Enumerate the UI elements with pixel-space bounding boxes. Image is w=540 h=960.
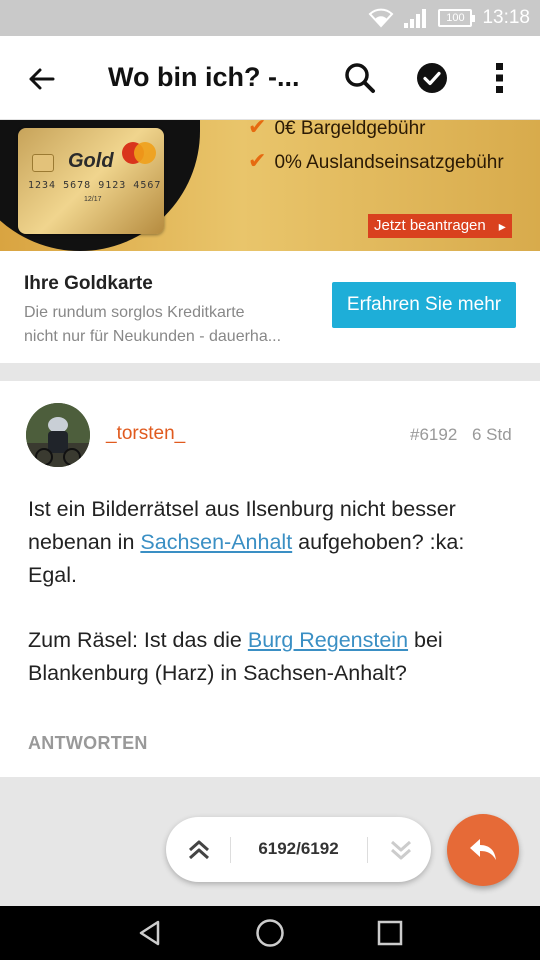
card-brand: Gold: [68, 150, 114, 172]
ad-title: Ihre Goldkarte: [24, 273, 153, 294]
jump-bottom-button[interactable]: [386, 835, 416, 865]
clock: 13:18: [482, 7, 530, 28]
ad-bullet-text: 0€ Bargeldgebühr: [274, 120, 426, 139]
checkmark-icon: ✔: [248, 120, 267, 139]
credit-card-image: Gold 1234 5678 9123 4567 12/17: [18, 128, 164, 234]
card-number: 1234 5678 9123 4567: [28, 180, 162, 191]
triangle-back-icon: [139, 920, 160, 946]
search-icon: [345, 63, 375, 93]
learn-more-button[interactable]: Erfahren Sie mehr: [332, 282, 516, 328]
battery-icon: 100: [438, 9, 476, 27]
ad-banner[interactable]: Gold 1234 5678 9123 4567 12/17 ✔ 0€ Barge…: [0, 120, 540, 251]
double-chevron-up-icon: [189, 840, 209, 860]
system-nav-bar: [0, 906, 540, 960]
card-expiry: 12/17: [84, 196, 102, 203]
post-author[interactable]: _torsten_: [106, 423, 185, 445]
reply-icon: [470, 839, 496, 860]
post-paragraph: Ist ein Bilderrätsel aus Ilsenburg nicht…: [28, 493, 518, 592]
ad-info: Ihre Goldkarte Die rundum sorglos Kredit…: [0, 251, 540, 363]
ad-bullet: ✔ 0% Auslandseinsatzgebühr: [248, 148, 504, 174]
search-button[interactable]: [338, 56, 382, 100]
post-body: Ist ein Bilderrätsel aus Ilsenburg nicht…: [28, 493, 518, 722]
checkmark-icon: ✔: [248, 148, 267, 173]
post-text: Zum Räsel: Ist das die: [28, 628, 248, 652]
check-circle-icon: [417, 63, 447, 93]
circle-home-icon: [256, 919, 284, 947]
battery-level: 100: [446, 12, 465, 24]
jump-top-button[interactable]: [184, 835, 214, 865]
post-paragraph: Zum Räsel: Ist das die Burg Regenstein b…: [28, 624, 518, 690]
nav-home-button[interactable]: [254, 918, 286, 948]
wifi-icon: [369, 8, 394, 28]
nav-back-button[interactable]: [134, 918, 166, 948]
square-recents-icon: [377, 920, 403, 946]
back-button[interactable]: [20, 58, 62, 100]
status-bar: 100 13:18: [0, 0, 540, 36]
ad-cta-button[interactable]: Jetzt beantragen: [368, 214, 512, 238]
topic-title: Wo bin ich? -...: [108, 62, 300, 92]
pager-divider: [367, 837, 368, 863]
ad-description-line: Die rundum sorglos Kreditkarte: [24, 304, 245, 321]
mark-read-button[interactable]: [410, 56, 454, 100]
nav-recents-button[interactable]: [374, 918, 406, 948]
reply-text-button[interactable]: ANTWORTEN: [28, 733, 148, 754]
more-vertical-icon: [496, 63, 503, 93]
ad-description: Die rundum sorglos Kreditkarte nicht nur…: [24, 301, 320, 349]
post-counter[interactable]: 6192/6192: [230, 839, 367, 859]
app-bar: Wo bin ich? -...: [0, 36, 540, 120]
post-card: _torsten_ #6192 6 Std Ist ein Bilderräts…: [0, 381, 540, 777]
ad-bullet-text: 0% Auslandseinsatzgebühr: [274, 152, 504, 173]
ad-bullet: ✔ 0€ Bargeldgebühr: [248, 120, 426, 140]
card-chip-icon: [32, 154, 54, 172]
ad-description-line: nicht nur für Neukunden - dauerha...: [24, 328, 282, 345]
signal-icon: [404, 8, 428, 28]
avatar-image: [26, 403, 90, 467]
reply-fab[interactable]: [447, 814, 519, 886]
mastercard-logo-icon: [122, 142, 156, 164]
post-pager: 6192/6192: [166, 817, 431, 882]
double-chevron-down-icon: [391, 840, 411, 860]
overflow-menu-button[interactable]: [478, 56, 522, 100]
post-number[interactable]: #6192: [410, 425, 457, 445]
arrow-left-icon: [29, 68, 55, 90]
link-sachsen-anhalt[interactable]: Sachsen-Anhalt: [140, 530, 292, 554]
post-time: 6 Std: [472, 425, 512, 444]
avatar[interactable]: [26, 403, 90, 467]
link-burg-regenstein[interactable]: Burg Regenstein: [248, 628, 408, 652]
